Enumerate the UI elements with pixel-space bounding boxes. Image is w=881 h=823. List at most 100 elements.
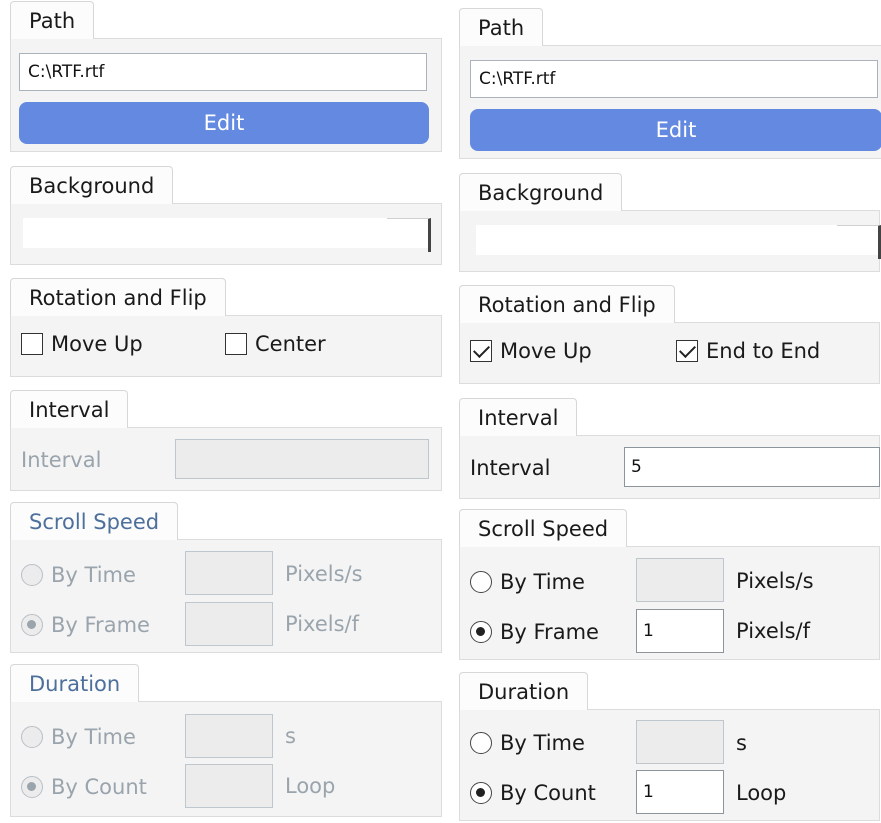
path-panel: C:\RTF.rtf Edit xyxy=(10,38,442,152)
duration-by-time-label: By Time xyxy=(500,731,585,755)
interval-label: Interval xyxy=(470,456,551,480)
duration-panel: By Time s By Count Loop xyxy=(10,701,442,817)
checkbox-icon xyxy=(225,333,247,355)
interval-tab: Interval xyxy=(459,398,578,436)
move-up-label: Move Up xyxy=(51,332,143,356)
interval-label: Interval xyxy=(21,448,102,472)
duration-tab: Duration xyxy=(10,664,140,702)
duration-by-time-radio[interactable]: By Time xyxy=(21,725,136,749)
radio-selected-icon xyxy=(470,621,492,643)
scroll-speed-section: Scroll Speed By Time Pixels/s By Frame P… xyxy=(10,502,442,653)
scroll-speed-panel: By Time Pixels/s By Frame 1 Pixels/f xyxy=(459,546,880,660)
loop-count-input[interactable] xyxy=(185,764,273,808)
scroll-speed-tab: Scroll Speed xyxy=(459,509,628,547)
duration-seconds-unit: s xyxy=(285,724,296,748)
interval-input[interactable]: 5 xyxy=(624,447,880,487)
pixels-per-second-unit: Pixels/s xyxy=(285,562,363,586)
by-frame-label: By Frame xyxy=(51,613,150,637)
background-color-picker[interactable] xyxy=(476,225,881,259)
by-time-radio[interactable]: By Time xyxy=(470,570,585,594)
interval-panel: Interval xyxy=(10,427,442,491)
checkbox-checked-icon xyxy=(676,340,698,362)
loop-count-input[interactable]: 1 xyxy=(636,770,724,814)
pixels-per-frame-input[interactable]: 1 xyxy=(636,609,724,653)
by-frame-radio[interactable]: By Frame xyxy=(21,613,150,637)
pixels-per-second-input[interactable] xyxy=(636,558,724,602)
rotation-panel: Move Up End to End xyxy=(459,322,880,384)
path-tab: Path xyxy=(459,8,544,46)
path-tab: Path xyxy=(10,1,95,39)
end-to-end-label: End to End xyxy=(706,339,821,363)
interval-panel: Interval 5 xyxy=(459,435,880,499)
by-time-radio[interactable]: By Time xyxy=(21,563,136,587)
by-frame-label: By Frame xyxy=(500,620,599,644)
checkbox-icon xyxy=(21,333,43,355)
by-count-label: By Count xyxy=(51,775,147,799)
radio-icon xyxy=(21,776,43,798)
by-frame-radio[interactable]: By Frame xyxy=(470,620,599,644)
interval-section: Interval Interval xyxy=(10,390,442,492)
interval-tab: Interval xyxy=(10,390,129,428)
by-count-label: By Count xyxy=(500,781,596,805)
rotation-tab: Rotation and Flip xyxy=(10,278,226,316)
path-section: Path C:\RTF.rtf Edit xyxy=(459,8,881,160)
duration-by-time-radio[interactable]: By Time xyxy=(470,731,585,755)
rotation-section: Rotation and Flip Move Up Center xyxy=(10,278,442,378)
scroll-speed-section: Scroll Speed By Time Pixels/s By Frame 1… xyxy=(459,509,880,660)
checkbox-checked-icon xyxy=(470,340,492,362)
background-color-picker[interactable] xyxy=(23,218,431,252)
interval-input[interactable] xyxy=(175,439,429,479)
pixels-per-second-unit: Pixels/s xyxy=(736,569,814,593)
interval-section: Interval Interval 5 xyxy=(459,398,880,500)
pixels-per-second-input[interactable] xyxy=(185,551,273,595)
by-time-label: By Time xyxy=(500,570,585,594)
duration-seconds-input[interactable] xyxy=(185,714,273,758)
edit-button[interactable]: Edit xyxy=(470,109,881,151)
radio-icon xyxy=(21,614,43,636)
rotation-section: Rotation and Flip Move Up End to End xyxy=(459,285,880,385)
radio-icon xyxy=(21,726,43,748)
move-up-label: Move Up xyxy=(500,339,592,363)
background-section: Background xyxy=(10,166,442,266)
radio-selected-icon xyxy=(470,782,492,804)
background-panel xyxy=(459,210,881,272)
duration-section: Duration By Time s By Count Loop xyxy=(10,664,442,817)
loop-unit: Loop xyxy=(736,781,787,805)
rotation-panel: Move Up Center xyxy=(10,315,442,377)
background-section: Background xyxy=(459,173,881,273)
pixels-per-frame-unit: Pixels/f xyxy=(285,612,359,636)
by-count-radio[interactable]: By Count xyxy=(21,775,147,799)
color-dropdown-handle[interactable] xyxy=(837,225,881,259)
move-up-checkbox[interactable]: Move Up xyxy=(21,332,143,356)
by-time-label: By Time xyxy=(51,563,136,587)
path-section: Path C:\RTF.rtf Edit xyxy=(10,1,442,153)
radio-icon xyxy=(470,571,492,593)
pixels-per-frame-unit: Pixels/f xyxy=(736,619,810,643)
center-label: Center xyxy=(255,332,326,356)
path-input[interactable]: C:\RTF.rtf xyxy=(19,53,427,91)
radio-icon xyxy=(21,564,43,586)
duration-section: Duration By Time s By Count 1 Loop xyxy=(459,672,880,822)
duration-seconds-input[interactable] xyxy=(636,720,724,764)
end-to-end-checkbox[interactable]: End to End xyxy=(676,339,820,363)
loop-unit: Loop xyxy=(285,774,336,798)
color-dropdown-handle[interactable] xyxy=(387,218,431,252)
center-checkbox[interactable]: Center xyxy=(225,332,326,356)
scroll-speed-panel: By Time Pixels/s By Frame Pixels/f xyxy=(10,539,442,653)
duration-panel: By Time s By Count 1 Loop xyxy=(459,709,880,821)
radio-icon xyxy=(470,732,492,754)
rotation-tab: Rotation and Flip xyxy=(459,285,675,323)
edit-button[interactable]: Edit xyxy=(19,102,429,144)
duration-by-time-label: By Time xyxy=(51,725,136,749)
move-up-checkbox[interactable]: Move Up xyxy=(470,339,592,363)
background-panel xyxy=(10,203,442,265)
background-tab: Background xyxy=(459,173,623,211)
by-count-radio[interactable]: By Count xyxy=(470,781,596,805)
path-input[interactable]: C:\RTF.rtf xyxy=(470,60,878,98)
duration-seconds-unit: s xyxy=(736,731,747,755)
pixels-per-frame-input[interactable] xyxy=(185,602,273,646)
background-tab: Background xyxy=(10,166,174,204)
path-panel: C:\RTF.rtf Edit xyxy=(459,45,881,159)
duration-tab: Duration xyxy=(459,672,589,710)
scroll-speed-tab: Scroll Speed xyxy=(10,502,179,540)
